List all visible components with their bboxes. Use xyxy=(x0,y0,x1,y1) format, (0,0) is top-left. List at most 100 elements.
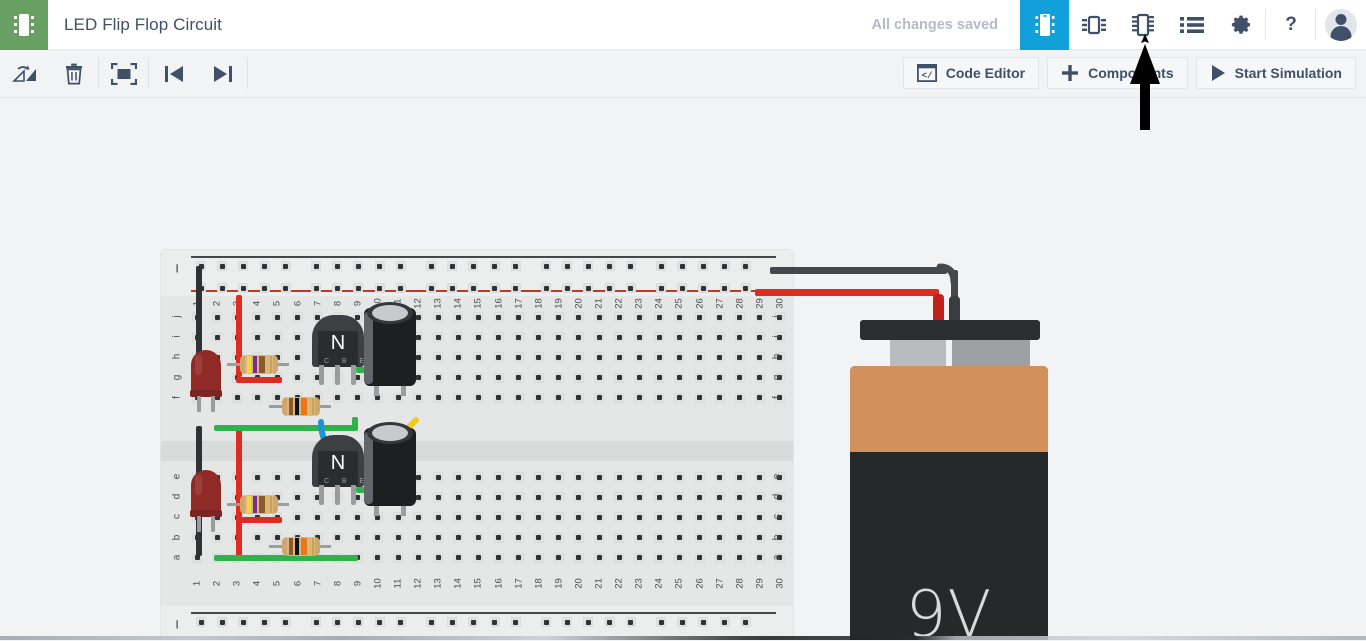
hole-21-e[interactable] xyxy=(594,472,604,482)
hole-27-f[interactable] xyxy=(714,392,725,403)
hole-27-b[interactable] xyxy=(714,532,725,543)
hole-6-j[interactable] xyxy=(292,312,303,322)
wire-red-short-bottom[interactable] xyxy=(236,517,282,523)
hole-22-a[interactable] xyxy=(614,552,625,563)
hole-7-c[interactable] xyxy=(312,512,323,523)
hole-14-e[interactable] xyxy=(453,472,464,482)
components-button[interactable]: Components xyxy=(1047,57,1188,89)
rail-hole-top-neg[interactable] xyxy=(395,261,406,271)
hole-13-h[interactable] xyxy=(433,352,444,363)
hole-13-c[interactable] xyxy=(433,512,444,523)
hole-17-h[interactable] xyxy=(513,352,524,363)
hole-25-g[interactable] xyxy=(674,372,685,383)
pcb-view-button[interactable] xyxy=(1118,0,1167,50)
project-title[interactable]: LED Flip Flop Circuit xyxy=(48,0,222,49)
hole-12-b[interactable] xyxy=(413,532,424,543)
rotate-flip-button[interactable] xyxy=(0,50,49,97)
hole-28-a[interactable] xyxy=(734,552,745,563)
hole-23-a[interactable] xyxy=(634,552,645,563)
hole-12-a[interactable] xyxy=(413,552,424,563)
hole-29-i[interactable] xyxy=(754,332,765,343)
hole-29-g[interactable] xyxy=(754,372,765,383)
hole-14-d[interactable] xyxy=(453,492,464,503)
hole-5-j[interactable] xyxy=(272,312,283,322)
hole-12-c[interactable] xyxy=(413,512,424,523)
hole-24-j[interactable] xyxy=(654,312,665,322)
rail-hole-bottom-neg[interactable] xyxy=(677,617,688,627)
rail-hole-bottom-neg[interactable] xyxy=(656,617,666,627)
rail-hole-top-neg[interactable] xyxy=(510,261,521,271)
hole-26-f[interactable] xyxy=(694,392,705,403)
hole-21-a[interactable] xyxy=(594,552,604,563)
hole-15-b[interactable] xyxy=(473,532,484,543)
hole-13-d[interactable] xyxy=(433,492,444,503)
hole-14-i[interactable] xyxy=(453,332,464,343)
hole-24-d[interactable] xyxy=(654,492,665,503)
hole-2-j[interactable] xyxy=(212,312,223,322)
hole-20-i[interactable] xyxy=(573,332,584,343)
rail-hole-bottom-neg[interactable] xyxy=(541,617,551,627)
hole-26-g[interactable] xyxy=(694,372,705,383)
hole-13-i[interactable] xyxy=(433,332,444,343)
hole-11-b[interactable] xyxy=(393,532,403,543)
hole-24-c[interactable] xyxy=(654,512,665,523)
list-view-button[interactable] xyxy=(1167,0,1216,50)
hole-28-b[interactable] xyxy=(734,532,745,543)
hole-26-a[interactable] xyxy=(694,552,705,563)
hole-22-b[interactable] xyxy=(614,532,625,543)
help-button[interactable]: ? xyxy=(1266,0,1315,50)
rail-hole-top-pos[interactable] xyxy=(353,283,364,293)
hole-28-e[interactable] xyxy=(734,472,745,482)
hole-24-i[interactable] xyxy=(654,332,665,343)
hole-15-c[interactable] xyxy=(473,512,484,523)
hole-29-d[interactable] xyxy=(754,492,765,503)
hole-25-d[interactable] xyxy=(674,492,685,503)
hole-20-h[interactable] xyxy=(573,352,584,363)
hole-17-j[interactable] xyxy=(513,312,524,322)
hole-21-c[interactable] xyxy=(594,512,604,523)
user-avatar-button[interactable] xyxy=(1316,0,1366,50)
hole-6-c[interactable] xyxy=(292,512,303,523)
hole-21-g[interactable] xyxy=(594,372,604,383)
hole-10-a[interactable] xyxy=(372,552,383,563)
hole-17-i[interactable] xyxy=(513,332,524,343)
capacitor-top[interactable] xyxy=(364,302,416,396)
hole-8-f[interactable] xyxy=(332,392,343,403)
hole-26-b[interactable] xyxy=(694,532,705,543)
app-logo[interactable] xyxy=(0,0,48,50)
hole-22-e[interactable] xyxy=(614,472,625,482)
step-forward-button[interactable] xyxy=(198,50,247,97)
hole-6-i[interactable] xyxy=(292,332,303,343)
hole-20-a[interactable] xyxy=(573,552,584,563)
hole-16-b[interactable] xyxy=(493,532,504,543)
rail-hole-top-pos[interactable] xyxy=(510,283,521,293)
led-bottom[interactable] xyxy=(190,470,222,532)
wire-red-lower[interactable] xyxy=(236,426,242,556)
wire-red-short-top[interactable] xyxy=(236,377,282,383)
rail-hole-bottom-neg[interactable] xyxy=(562,617,573,627)
hole-15-a[interactable] xyxy=(473,552,484,563)
rail-hole-top-pos[interactable] xyxy=(604,283,615,293)
rail-hole-bottom-neg[interactable] xyxy=(740,617,751,627)
hole-23-g[interactable] xyxy=(634,372,645,383)
rail-hole-top-neg[interactable] xyxy=(259,261,270,271)
hole-22-f[interactable] xyxy=(614,392,625,403)
hole-15-i[interactable] xyxy=(473,332,484,343)
circuit-canvas[interactable]: − + − + 12345678910111213141516171819202… xyxy=(0,98,1366,640)
hole-28-i[interactable] xyxy=(734,332,745,343)
hole-6-e[interactable] xyxy=(292,472,303,482)
rail-hole-bottom-neg[interactable] xyxy=(510,617,521,627)
rail-hole-top-pos[interactable] xyxy=(677,283,688,293)
rail-hole-top-pos[interactable] xyxy=(217,283,228,293)
hole-6-d[interactable] xyxy=(292,492,303,503)
hole-9-f[interactable] xyxy=(352,392,363,403)
hole-17-a[interactable] xyxy=(513,552,524,563)
hole-16-j[interactable] xyxy=(493,312,504,322)
code-editor-button[interactable]: </ Code Editor xyxy=(902,57,1040,89)
rail-hole-top-neg[interactable] xyxy=(625,261,636,271)
led-top[interactable] xyxy=(190,350,222,412)
hole-15-e[interactable] xyxy=(473,472,484,482)
rail-hole-bottom-neg[interactable] xyxy=(196,617,206,627)
hole-25-c[interactable] xyxy=(674,512,685,523)
hole-22-g[interactable] xyxy=(614,372,625,383)
